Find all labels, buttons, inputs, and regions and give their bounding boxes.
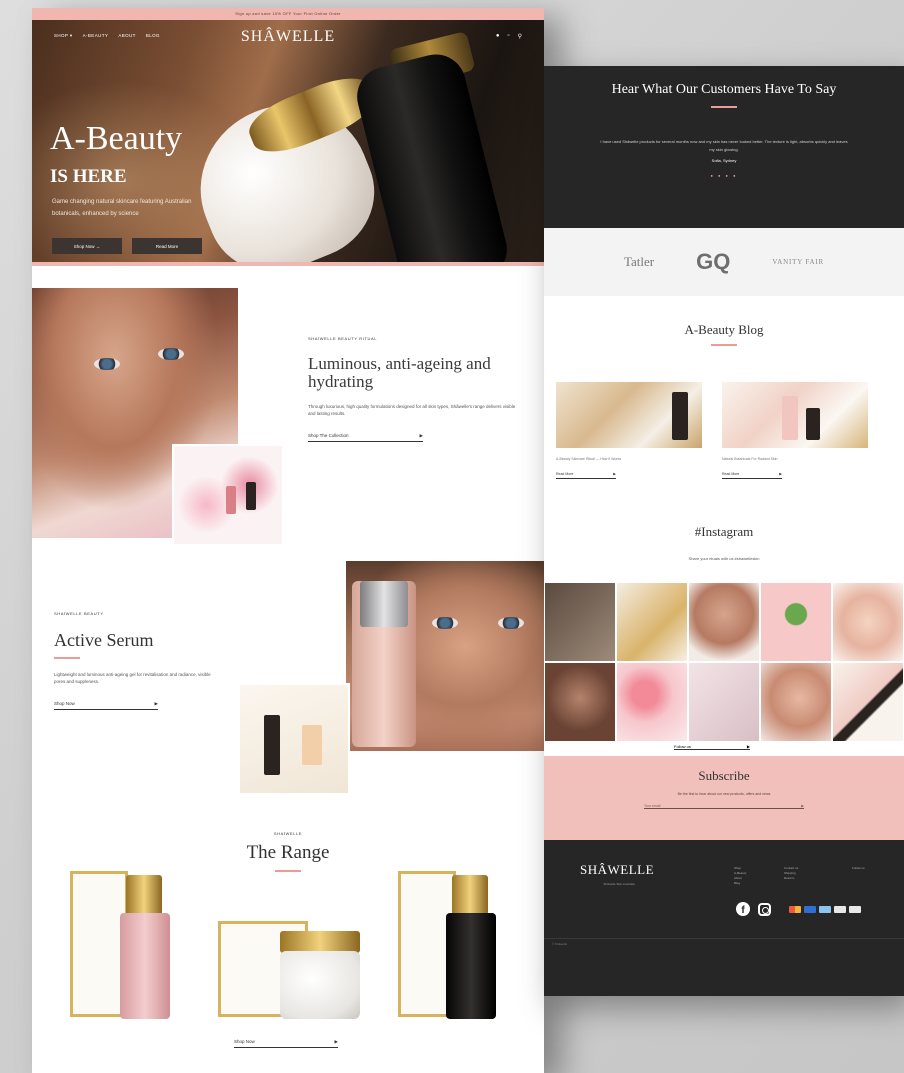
main-nav: SHOP ▾ A-BEAUTY ABOUT BLOG SHÂWELLE ● ▫ … [32,20,544,52]
instagram-post[interactable] [616,662,688,742]
product-pink-serum[interactable] [120,913,170,1019]
brand-logo[interactable]: SHÂWELLE [241,28,335,46]
footer-links-shop: Shop A-Beauty About Blog [734,866,747,885]
follow-us-link[interactable]: Follow us ▶ [674,744,750,750]
section-body: Lightweight and luminous anti-ageing gel… [54,672,211,684]
nav-item-a-beauty[interactable]: A-BEAUTY [83,33,109,39]
social-links: f [736,902,861,916]
visa-icon [834,905,846,913]
instagram-post[interactable] [760,662,832,742]
homepage-mockup-continued: Hear What Our Customers Have To Say I ha… [544,66,904,996]
shop-now-link[interactable]: Shop Now ▶ [54,701,158,710]
feature-active-serum: SHAÏWELLE BEAUTY Active Serum Lightweigh… [32,561,544,831]
footer-links-help: Contact us Shipping Returns [784,866,799,880]
carousel-dots[interactable]: ● ● ● ● [544,173,904,178]
nav-item-blog[interactable]: BLOG [146,33,160,39]
applepay-icon [849,905,861,913]
instagram-post[interactable] [832,662,904,742]
instagram-icon[interactable] [758,902,771,916]
payment-methods [789,905,861,913]
mastercard-icon [789,905,801,913]
search-icon[interactable]: ⚲ [518,33,522,40]
blog-post-image[interactable] [556,382,702,448]
nav-item-about[interactable]: ABOUT [118,33,136,39]
hero-title: A-Beauty [50,120,183,157]
instagram-post[interactable] [760,582,832,662]
testimonial-quote: I have used Shâwelle products for severa… [600,139,848,152]
read-more-button[interactable]: Read More [132,238,202,254]
arrow-right-icon: ▶ [419,433,423,438]
blog-section: A-Beauty Blog A-Beauty Skincare Ritual —… [544,296,904,516]
copyright: © Shâwelle [552,942,568,946]
amex-icon [804,905,816,913]
arrow-right-icon: ▶ [746,744,750,749]
press-logo-gq: GQ [696,249,731,274]
site-footer: SHÂWELLE Shâwelle Skin Australia Shop A-… [544,840,904,996]
section-title: The Range [246,842,330,863]
product-black-serum[interactable] [446,913,496,1019]
press-logo-tatler: Tatler [623,254,655,269]
press-logo-vanity-fair: VANITY FAIR [772,258,825,266]
product-cream-jar[interactable] [280,951,360,1019]
read-more-link[interactable]: Read More ▶ [722,472,782,479]
hero-subtitle: IS HERE [50,166,127,187]
feature-luminous: SHAÏWELLE BEAUTY RITUAL Luminous, anti-a… [32,266,544,561]
testimonial-author: Sofia, Sydney [711,158,737,163]
arrow-right-icon[interactable]: ▶ [801,804,804,808]
homepage-mockup-main: Sign up and save 10% OFF Your First Onli… [32,8,544,1073]
footer-logo[interactable]: SHÂWELLE [580,862,654,878]
section-title: Hear What Our Customers Have To Say [611,82,837,97]
blog-post-caption[interactable]: Natural Botanicals For Radiant Skin [722,456,868,462]
section-kicker: SHAÏWELLE BEAUTY RITUAL [308,336,378,341]
instagram-subtitle: Share your rituals with us #shawelleskin [688,556,760,561]
subscribe-text: Be the first to hear about our new produ… [677,792,771,796]
hero-banner: SHOP ▾ A-BEAUTY ABOUT BLOG SHÂWELLE ● ▫ … [32,20,544,262]
section-kicker: SHAÏWELLE BEAUTY [54,611,104,616]
hero-bottle-image [350,48,514,262]
promo-bar[interactable]: Sign up and save 10% OFF Your First Onli… [32,8,544,20]
read-more-link[interactable]: Read More ▶ [556,472,616,479]
instagram-post[interactable] [544,582,616,662]
instagram-grid [544,582,904,742]
instagram-post[interactable] [832,582,904,662]
shop-now-link[interactable]: Shop Now ▶ [234,1039,338,1048]
arrow-right-icon: ▶ [613,472,616,476]
section-title: Active Serum [54,630,154,650]
paypal-icon [819,905,831,913]
testimonial-section: Hear What Our Customers Have To Say I ha… [544,66,904,228]
section-title: Subscribe [698,768,750,783]
press-logos: Tatler GQ VANITY FAIR [544,228,904,296]
section-title: #Instagram [694,524,754,539]
instagram-post[interactable] [688,662,760,742]
footer-links-follow: Follow us [852,866,865,870]
shop-now-button[interactable]: Shop Now → [52,238,122,254]
arrow-right-icon: ▶ [154,701,158,706]
footer-address: Shâwelle Skin Australia [603,882,635,886]
subscribe-section: Subscribe Be the first to hear about our… [544,756,904,840]
section-kicker: SHAÏWELLE [273,831,303,836]
shop-collection-link[interactable]: Shop The Collection ▶ [308,433,423,442]
instagram-section: #Instagram Share your rituals with us #s… [544,516,904,756]
product-flowers-photo [172,444,284,546]
instagram-post[interactable] [616,582,688,662]
product-photo [238,683,350,795]
section-title: A-Beauty Blog [684,322,764,337]
arrow-right-icon: ▶ [779,472,782,476]
instagram-post[interactable] [688,582,760,662]
arrow-right-icon: ▶ [334,1039,338,1044]
section-body: Through luxurious, high quality formulat… [308,404,516,416]
email-field[interactable]: Your email ▶ [644,804,804,809]
range-section: SHAÏWELLE The Range Shop Now ▶ [32,831,544,1073]
nav-item-shop[interactable]: SHOP ▾ [54,33,73,39]
bag-icon[interactable]: ▫ [507,33,509,40]
blog-post-image[interactable] [722,382,868,448]
blog-post-caption[interactable]: A-Beauty Skincare Ritual — How It Works [556,456,702,462]
section-title: Luminous, anti-ageing and hydrating [308,354,491,391]
user-icon[interactable]: ● [496,33,500,40]
hero-description: Game changing natural skincare featuring… [52,199,192,217]
facebook-icon[interactable]: f [736,902,750,916]
instagram-post[interactable] [544,662,616,742]
